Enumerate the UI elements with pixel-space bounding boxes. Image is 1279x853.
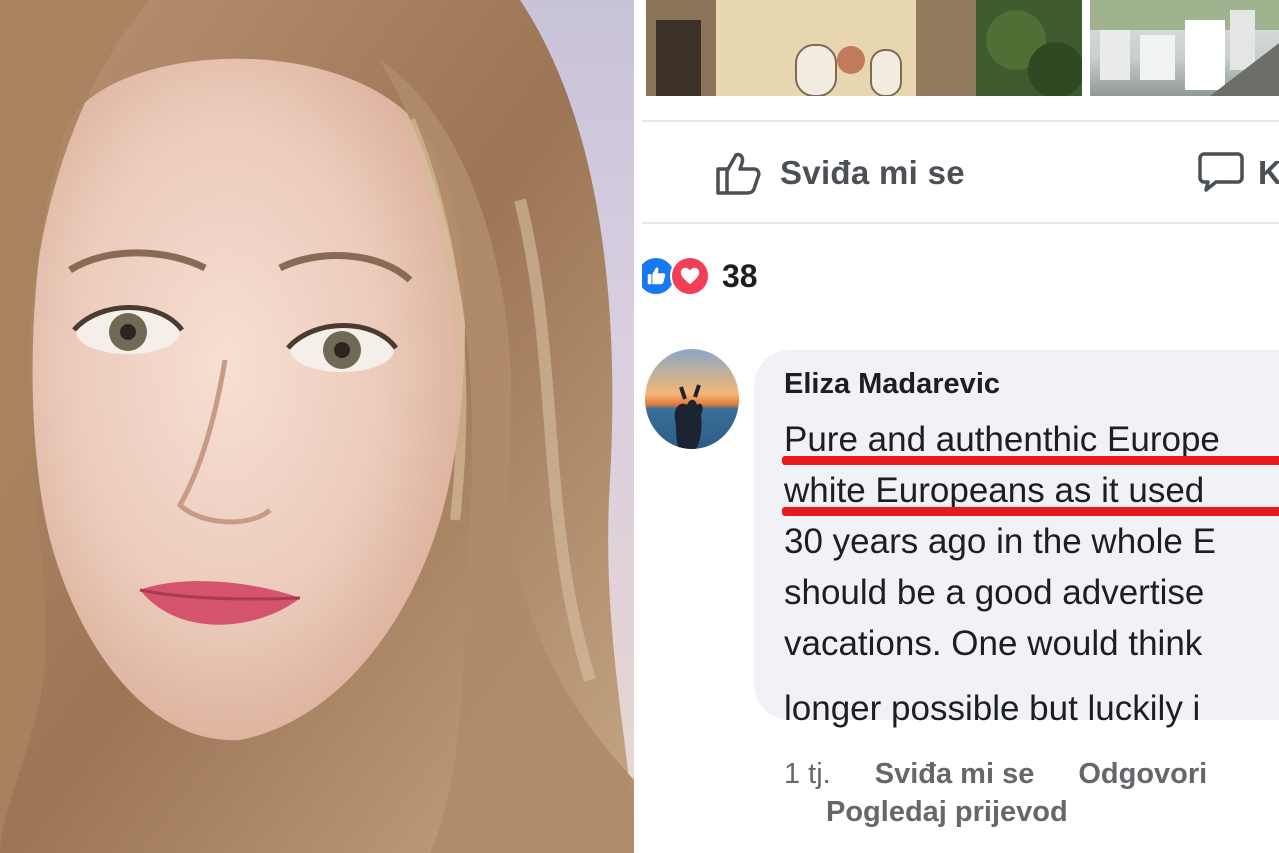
comment-reply-button[interactable]: Odgovori <box>1078 758 1207 791</box>
reaction-count: 38 <box>722 257 758 294</box>
post-photo-street[interactable] <box>1090 0 1279 96</box>
comment-like-button[interactable]: Sviđa mi se <box>875 758 1035 791</box>
highlight-underline <box>782 507 1279 516</box>
post-photo-building[interactable] <box>646 0 1082 96</box>
reaction-summary[interactable]: 38 <box>642 254 758 298</box>
see-translation-link[interactable]: Pogledaj prijevod <box>826 796 1068 829</box>
separator <box>642 120 1279 122</box>
portrait-illustration <box>0 0 634 853</box>
comment-author[interactable]: Eliza Madarevic <box>784 368 1000 401</box>
comment-line: vacations. One would think <box>784 624 1203 663</box>
panel-divider <box>634 0 642 853</box>
comment-time[interactable]: 1 tj. <box>784 758 831 791</box>
comment-line: 30 years ago in the whole E <box>784 522 1216 561</box>
thumbs-up-icon <box>714 148 762 198</box>
comment-meta: 1 tj. Sviđa mi se Odgovori <box>784 754 1207 794</box>
post-action-bar: Sviđa mi se K <box>642 124 1279 224</box>
avatar[interactable] <box>645 349 739 449</box>
post-like-button[interactable]: Sviđa mi se <box>714 148 965 198</box>
facebook-post-panel: Sviđa mi se K 38 Eliza Madarevic Pure an… <box>642 0 1279 853</box>
post-comment-label: K <box>1258 154 1279 191</box>
street-illustration <box>1090 0 1279 96</box>
comment-line: longer possible but luckily i <box>784 689 1201 728</box>
portrait-photo <box>0 0 634 853</box>
post-like-label: Sviđa mi se <box>780 154 965 191</box>
comment-line: should be a good advertise <box>784 573 1205 612</box>
separator <box>642 222 1279 224</box>
building-illustration <box>646 0 1082 96</box>
highlight-underline <box>782 456 1279 465</box>
post-images <box>646 0 1279 96</box>
avatar-illustration <box>674 384 703 449</box>
comment-icon <box>1198 148 1244 199</box>
love-reaction-icon <box>670 256 710 296</box>
post-comment-button[interactable]: K <box>1198 148 1279 198</box>
